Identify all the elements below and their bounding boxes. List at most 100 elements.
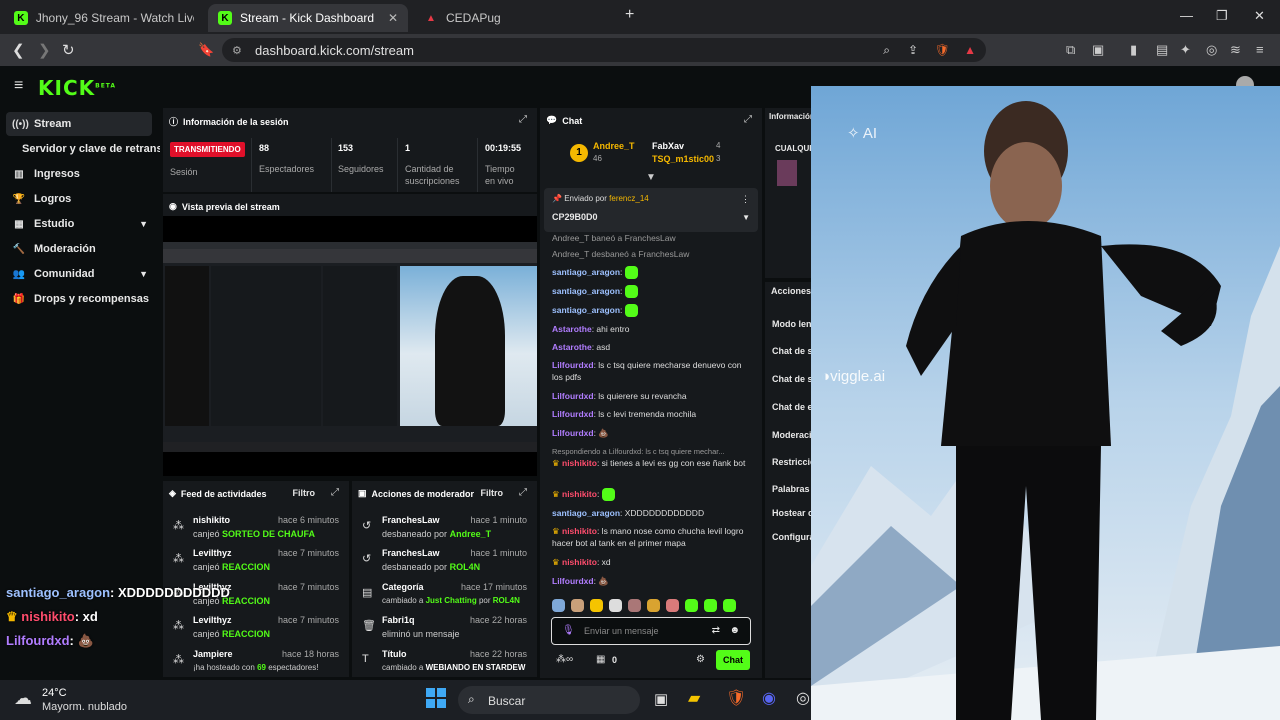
- chat-username[interactable]: Lilfourdxd: [552, 391, 594, 401]
- url-bar[interactable]: ⚙ dashboard.kick.com/stream ⌕ ⇪ 🛡 ▲: [222, 38, 986, 62]
- emote-icon[interactable]: [647, 599, 660, 612]
- emote-icon[interactable]: [628, 599, 641, 612]
- sidebar-item-server-key[interactable]: Servidor y clave de retransmisión: [6, 137, 160, 161]
- emote-icon[interactable]: [552, 599, 565, 612]
- gift-box-icon[interactable]: ▦: [596, 654, 605, 665]
- chat-username[interactable]: nishikito: [562, 489, 597, 499]
- chevron-down-icon[interactable]: ▼: [742, 213, 750, 222]
- brave-shield-icon[interactable]: 🛡: [935, 43, 950, 57]
- chat-username[interactable]: Lilfourdxd: [552, 360, 594, 370]
- chat-username[interactable]: santiago_aragon: [552, 508, 620, 518]
- feed-filter-button[interactable]: Filtro: [293, 488, 316, 498]
- extensions-icon[interactable]: ⧉: [1066, 42, 1075, 58]
- chat-username[interactable]: santiago_aragon: [552, 286, 620, 296]
- emote-icon[interactable]: [704, 599, 717, 612]
- send-chat-button[interactable]: Chat: [716, 650, 750, 670]
- preview-video[interactable]: [163, 242, 537, 452]
- feed-user[interactable]: Levilthyz: [193, 615, 232, 625]
- sidebar-item-drops[interactable]: 🎁 Drops y recompensas: [6, 287, 152, 311]
- chat-username[interactable]: Lilfourdxd: [552, 409, 594, 419]
- chat-username[interactable]: Lilfourdxd: [552, 428, 594, 438]
- chat-input[interactable]: 🎙 Enviar un mensaje ⇄ ☻: [551, 617, 751, 645]
- emote-icon[interactable]: [685, 599, 698, 612]
- reload-icon[interactable]: ↻: [62, 41, 75, 59]
- screenshot-icon[interactable]: ▣: [1092, 42, 1104, 58]
- brave-rewards-icon[interactable]: ▲: [964, 43, 976, 57]
- mod-filter-button[interactable]: Filtro: [481, 488, 504, 498]
- close-tab-icon[interactable]: ✕: [388, 11, 398, 25]
- category-thumbnail[interactable]: [777, 160, 797, 186]
- sidebar-item-comunidad[interactable]: 👥 Comunidad ▼: [6, 262, 152, 286]
- expand-icon[interactable]: ⤢: [331, 487, 339, 498]
- file-explorer-icon[interactable]: ▰: [688, 688, 700, 708]
- taskbar-search[interactable]: ⌕ Buscar: [458, 686, 640, 714]
- discord-icon[interactable]: ◉: [762, 688, 776, 708]
- hamburger-menu-icon[interactable]: ≡: [14, 77, 23, 95]
- expand-icon[interactable]: ⤢: [519, 114, 527, 125]
- feed-user[interactable]: Jampiere: [193, 649, 233, 659]
- task-view-icon[interactable]: ▣: [654, 690, 668, 708]
- bookmark-icon[interactable]: 🔖: [198, 42, 214, 58]
- mod-user[interactable]: FranchesLaw: [382, 515, 440, 525]
- settings-gear-icon[interactable]: ⚙: [696, 654, 705, 665]
- sidebar-item-estudio[interactable]: ▦ Estudio ▼: [6, 212, 152, 236]
- chat-username[interactable]: santiago_aragon: [552, 267, 620, 277]
- emote-icon[interactable]: [571, 599, 584, 612]
- windows-start-icon[interactable]: [426, 688, 446, 708]
- leaderboard-user[interactable]: FabXav: [652, 141, 684, 151]
- speedreader-icon[interactable]: ≋: [1230, 42, 1241, 58]
- chevron-down-icon[interactable]: ▼: [646, 172, 656, 183]
- menu-icon[interactable]: ≡: [1256, 42, 1264, 57]
- feed-user[interactable]: Levilthyz: [193, 548, 232, 558]
- brave-browser-icon[interactable]: 🛡: [726, 688, 746, 708]
- wallet-icon[interactable]: ▤: [1156, 42, 1168, 58]
- weather-icon[interactable]: ☁: [14, 688, 32, 709]
- chat-username[interactable]: nishikito: [562, 557, 597, 567]
- emote-icon[interactable]: [666, 599, 679, 612]
- sidebar-item-logros[interactable]: 🏆 Logros: [6, 187, 152, 211]
- chat-username[interactable]: Astarothe: [552, 324, 592, 334]
- emote-icon[interactable]: [609, 599, 622, 612]
- sidebar-item-ingresos[interactable]: ▥ Ingresos: [6, 162, 152, 186]
- back-icon[interactable]: ❮: [12, 41, 25, 59]
- feed-user[interactable]: nishikito: [193, 515, 230, 525]
- zoom-icon[interactable]: ⌕: [883, 43, 890, 58]
- translate-icon[interactable]: ⇄: [712, 625, 720, 636]
- minimize-icon[interactable]: —: [1180, 8, 1193, 23]
- more-icon[interactable]: ⋮: [741, 194, 750, 205]
- sidebar-toggle-icon[interactable]: ▮: [1130, 42, 1137, 58]
- forward-icon[interactable]: ❯: [38, 41, 51, 59]
- chat-username[interactable]: santiago_aragon: [552, 305, 620, 315]
- chat-username[interactable]: nishikito: [562, 526, 597, 536]
- kick-logo[interactable]: KICKBETA: [38, 76, 116, 100]
- expand-icon[interactable]: ⤢: [744, 114, 752, 125]
- pinned-message[interactable]: 📌 Enviado por ferencz_14 CP29B0D0 ⋮ ▼: [544, 188, 758, 232]
- leaderboard-user[interactable]: TSQ_m1stic00: [652, 154, 714, 164]
- leo-ai-icon[interactable]: ✦: [1180, 42, 1191, 58]
- leaderboard-user[interactable]: Andree_T: [593, 141, 635, 151]
- community-points-icon[interactable]: ⁂∞: [556, 654, 573, 665]
- sidebar-item-moderacion[interactable]: 🔨 Moderación: [6, 237, 152, 261]
- maximize-icon[interactable]: ❐: [1216, 8, 1228, 24]
- chat-username[interactable]: Astarothe: [552, 342, 592, 352]
- steam-icon[interactable]: ◎: [796, 688, 810, 708]
- emote-icon[interactable]: [723, 599, 736, 612]
- mod-user[interactable]: Fabri1q: [382, 615, 415, 625]
- emoji-icon[interactable]: ☻: [729, 625, 740, 636]
- tab-cedapug[interactable]: ▲ CEDAPug: [414, 4, 614, 32]
- chat-username[interactable]: nishikito: [562, 458, 597, 468]
- new-tab-icon[interactable]: +: [625, 6, 634, 24]
- close-window-icon[interactable]: ✕: [1254, 8, 1265, 24]
- expand-icon[interactable]: ⤢: [519, 487, 527, 498]
- mic-icon[interactable]: 🎙: [562, 625, 575, 636]
- chat-username[interactable]: Lilfourdxd: [552, 576, 594, 586]
- vpn-icon[interactable]: ◎: [1206, 42, 1217, 58]
- subs-count: 1: [405, 143, 411, 153]
- share-icon[interactable]: ⇪: [908, 43, 918, 57]
- emote-icon[interactable]: [590, 599, 603, 612]
- mod-user[interactable]: FranchesLaw: [382, 548, 440, 558]
- site-info-icon[interactable]: ⚙: [232, 44, 242, 57]
- tab-kick-dashboard[interactable]: K Stream - Kick Dashboard ✕: [208, 4, 408, 32]
- sidebar-item-stream[interactable]: ((•)) Stream: [6, 112, 152, 136]
- tab-jhony-stream[interactable]: K Jhony_96 Stream - Watch Live on Kick: [4, 4, 204, 32]
